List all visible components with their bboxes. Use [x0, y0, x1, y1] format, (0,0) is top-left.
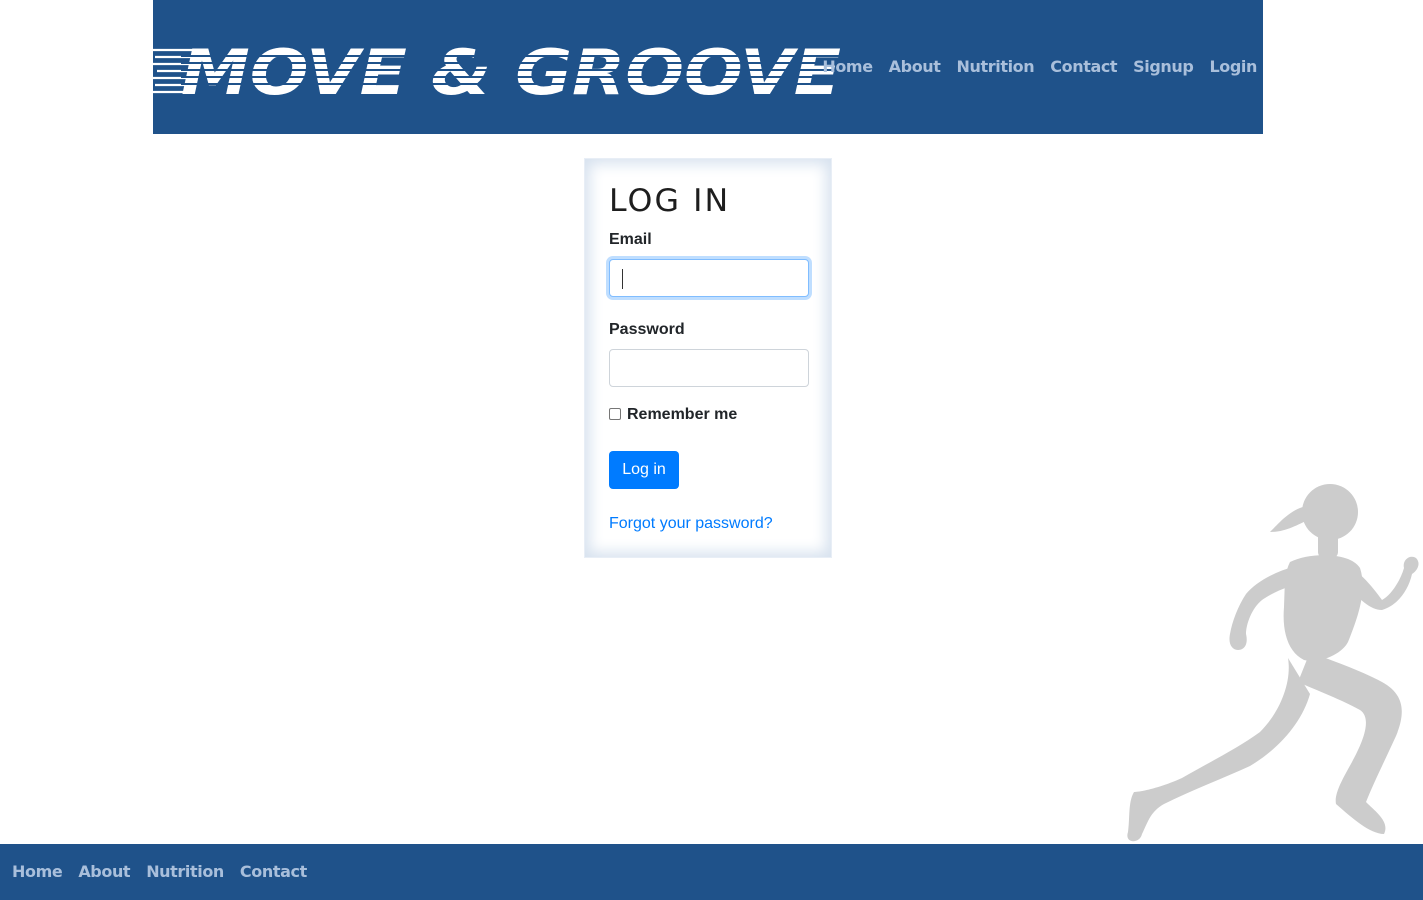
login-submit-button[interactable]: Log in — [609, 451, 679, 489]
password-label: Password — [609, 321, 685, 338]
nav-signup-link[interactable]: Signup — [1133, 56, 1194, 78]
site-footer: Home About Nutrition Contact — [0, 844, 1423, 900]
remember-me-label[interactable]: Remember me — [627, 406, 737, 424]
login-title: LOG IN — [609, 183, 731, 219]
footer-about-link[interactable]: About — [78, 862, 130, 882]
login-card: LOG IN Email Password Remember me Log in… — [584, 158, 832, 558]
remember-me-row: Remember me — [609, 405, 807, 425]
password-input[interactable] — [609, 349, 809, 387]
nav-login-link[interactable]: Login — [1209, 56, 1257, 78]
footer-contact-link[interactable]: Contact — [240, 862, 307, 882]
nav-about-link[interactable]: About — [889, 56, 941, 78]
footer-nutrition-link[interactable]: Nutrition — [146, 862, 224, 882]
email-input[interactable] — [609, 259, 809, 297]
remember-me-checkbox[interactable] — [609, 408, 621, 420]
nav-home-link[interactable]: Home — [822, 56, 873, 78]
running-woman-silhouette-icon — [1120, 482, 1423, 844]
logo-text: MOVE & GROOVE — [181, 36, 841, 108]
site-header: MOVE & GROOVE Home About Nutrition Conta… — [153, 0, 1263, 134]
nav-contact-link[interactable]: Contact — [1050, 56, 1117, 78]
email-group: Email — [609, 231, 809, 297]
nav-nutrition-link[interactable]: Nutrition — [957, 56, 1035, 78]
password-group: Password — [609, 321, 809, 387]
top-navigation: Home About Nutrition Contact Signup Logi… — [806, 56, 1257, 78]
forgot-password-link[interactable]: Forgot your password? — [609, 515, 807, 533]
footer-navigation: Home About Nutrition Contact — [12, 862, 323, 882]
email-label: Email — [609, 231, 652, 248]
page: MOVE & GROOVE Home About Nutrition Conta… — [0, 0, 1423, 900]
text-caret — [622, 269, 623, 289]
site-logo[interactable]: MOVE & GROOVE — [153, 36, 843, 108]
footer-home-link[interactable]: Home — [12, 862, 63, 882]
